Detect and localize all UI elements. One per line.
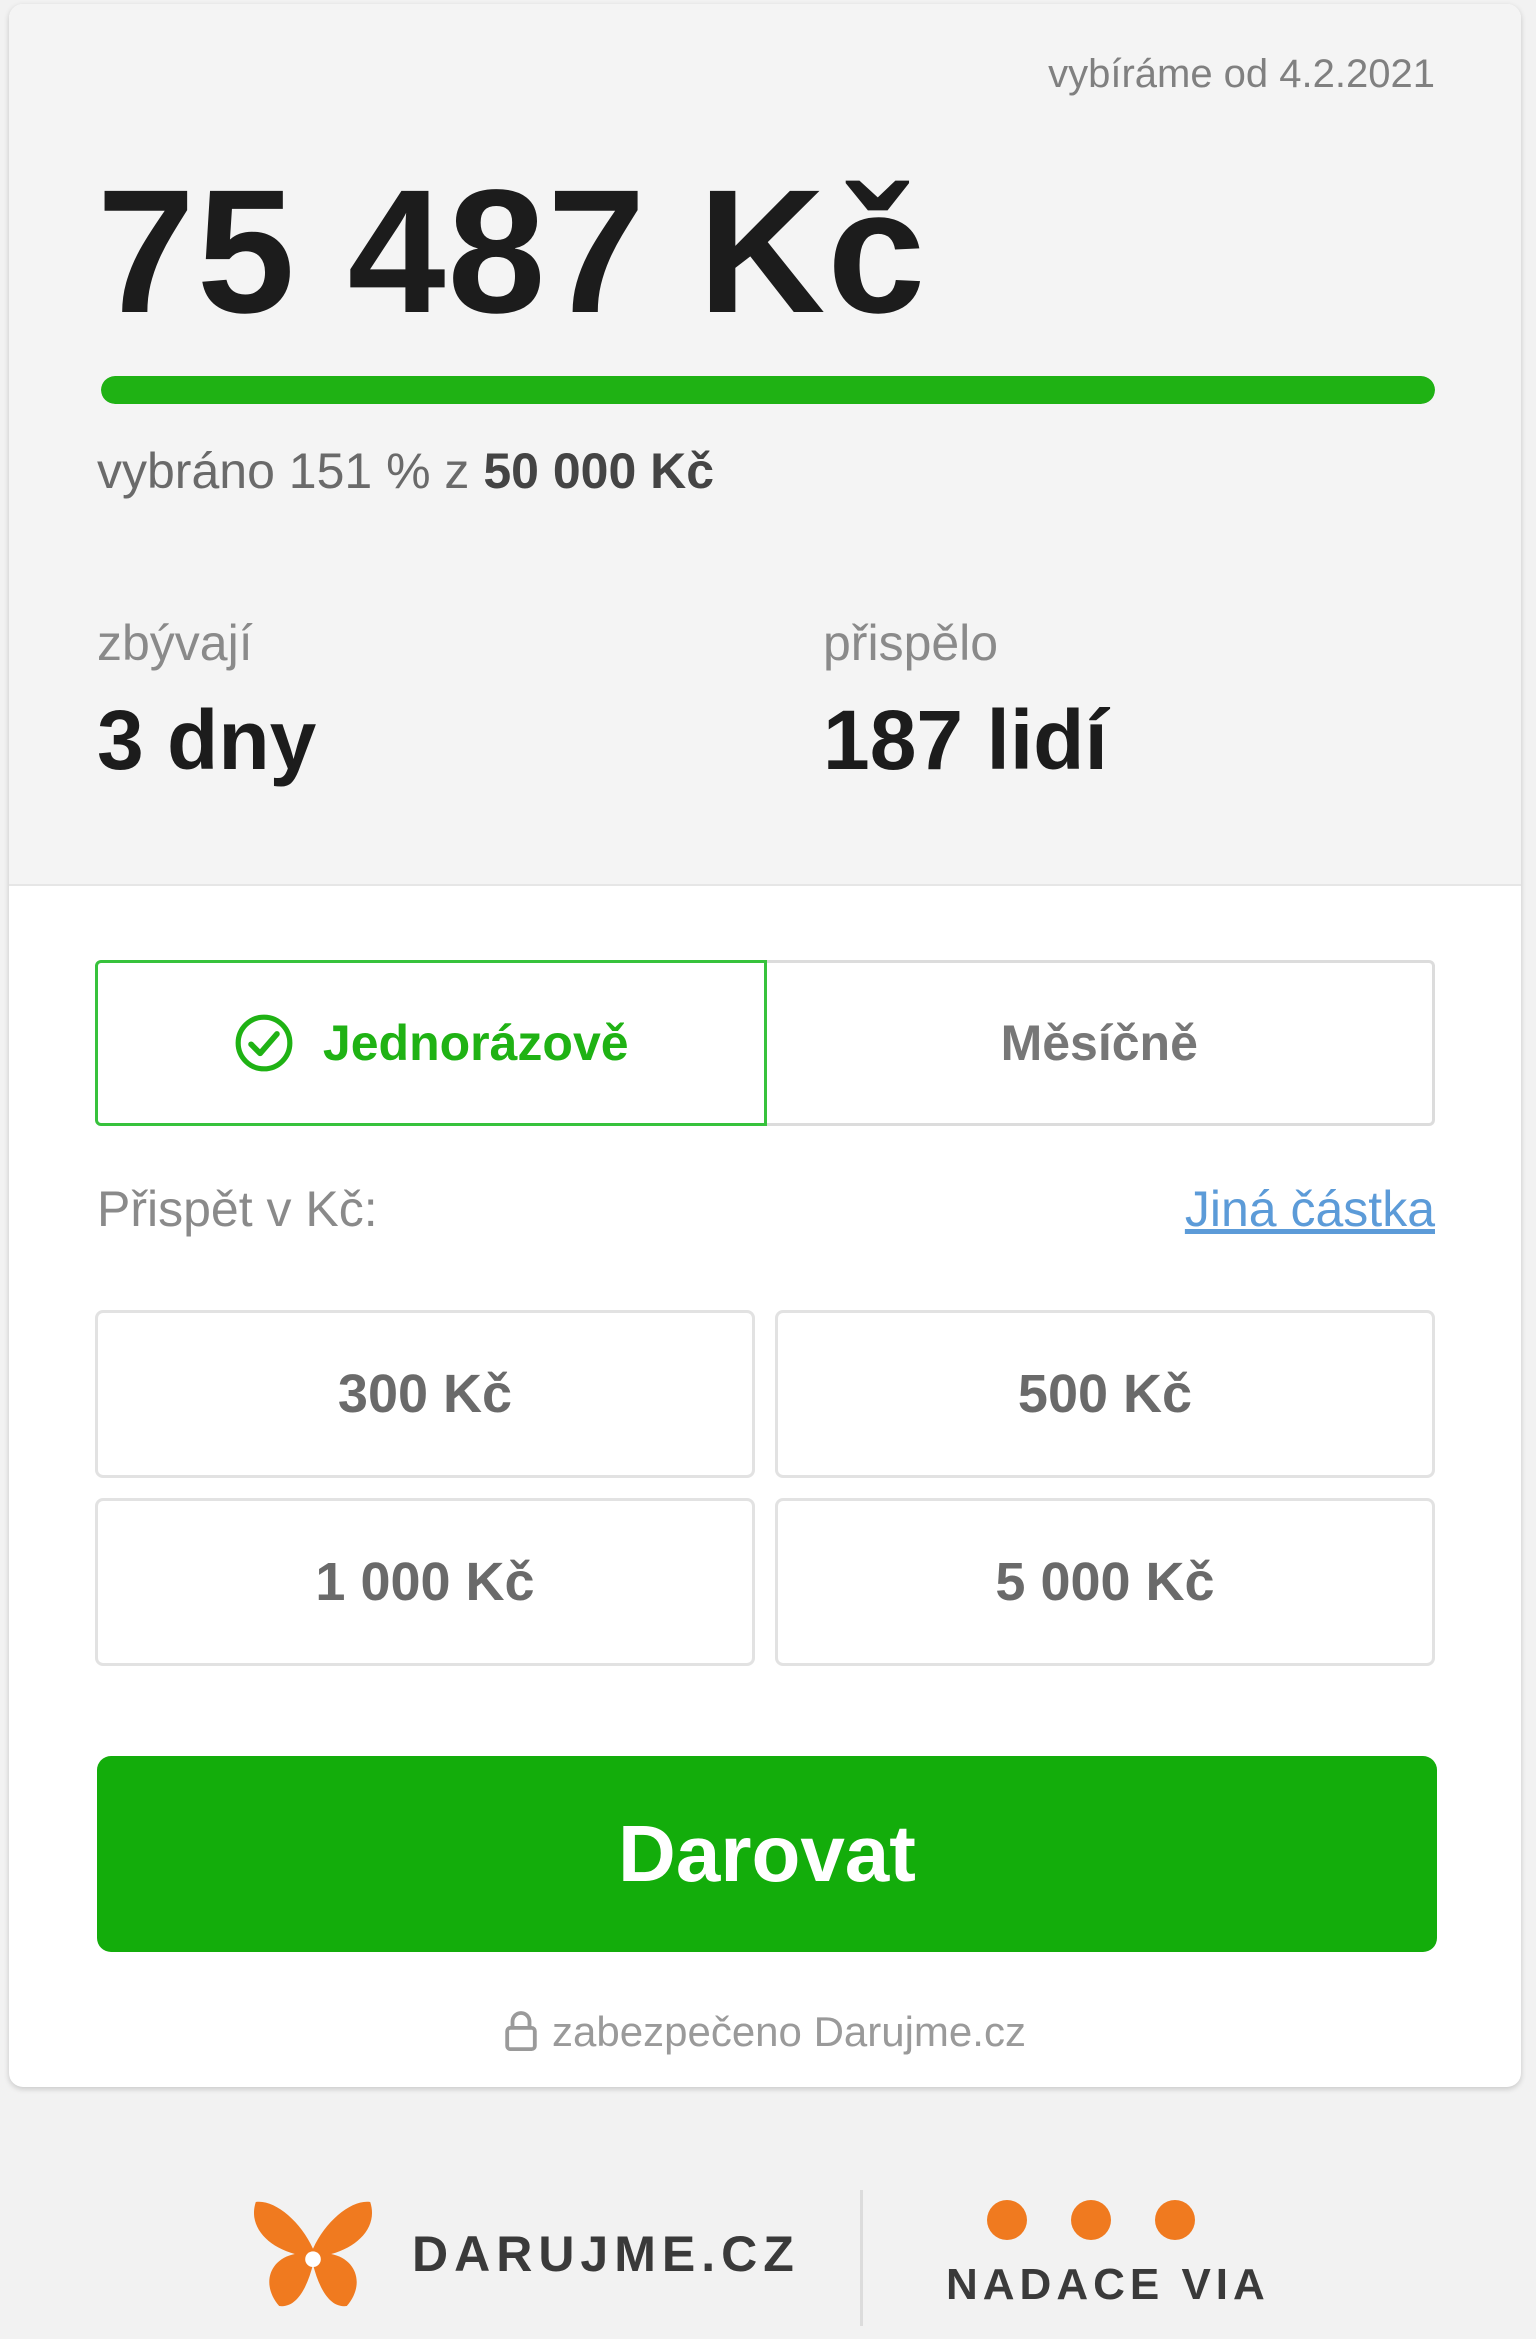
progress-text: vybráno 151 % z 50 000 Kč: [97, 442, 714, 500]
campaign-start-date: vybíráme od 4.2.2021: [1048, 52, 1435, 96]
via-dot: [987, 2200, 1027, 2240]
lock-icon: [505, 2011, 537, 2052]
remaining-label: zbývají: [97, 615, 253, 671]
via-dot: [1071, 2200, 1111, 2240]
amount-option-5000[interactable]: 5 000 Kč: [775, 1498, 1435, 1666]
via-dot: [1155, 2200, 1195, 2240]
contribute-label: Přispět v Kč:: [97, 1181, 378, 1237]
contributors-value: 187 lidí: [823, 693, 1108, 787]
butterfly-icon: [253, 2201, 373, 2307]
progress-bar-fill: [101, 376, 1435, 404]
one-time-option[interactable]: Jednorázově: [95, 960, 767, 1126]
secure-notice: zabezpečeno Darujme.cz: [9, 2008, 1521, 2056]
secure-text: zabezpečeno Darujme.cz: [552, 2008, 1026, 2055]
progress-bar: [101, 376, 1435, 404]
footer-divider: [860, 2190, 863, 2326]
monthly-option[interactable]: Měsíčně: [766, 960, 1435, 1126]
amount-option-300[interactable]: 300 Kč: [95, 1310, 755, 1478]
frequency-toggle: Jednorázově Měsíčně: [95, 960, 1435, 1126]
darujme-logo[interactable]: DARUJME.CZ: [248, 2194, 800, 2314]
remaining-value: 3 dny: [97, 693, 317, 787]
amount-options: 300 Kč 500 Kč 1 000 Kč 5 000 Kč: [95, 1310, 1435, 1666]
footer-logos: DARUJME.CZ NADACE VIA: [0, 2180, 1536, 2339]
donation-card: vybíráme od 4.2.2021 75 487 Kč vybráno 1…: [9, 4, 1521, 2087]
darujme-logo-text: DARUJME.CZ: [412, 2226, 800, 2282]
via-dots-icon: [946, 2200, 1236, 2240]
nadace-via-text: NADACE VIA: [946, 2260, 1270, 2309]
collected-amount: 75 487 Kč: [97, 154, 928, 350]
campaign-stats: vybíráme od 4.2.2021 75 487 Kč vybráno 1…: [9, 4, 1521, 886]
contributors-label: přispělo: [823, 615, 999, 671]
check-circle-icon: [235, 1014, 293, 1072]
monthly-label: Měsíčně: [1000, 1015, 1198, 1071]
goal-amount: 50 000 Kč: [483, 443, 715, 499]
progress-percent-text: vybráno 151 % z: [97, 443, 470, 499]
amount-option-1000[interactable]: 1 000 Kč: [95, 1498, 755, 1666]
donate-button[interactable]: Darovat: [97, 1756, 1437, 1952]
nadace-via-logo[interactable]: NADACE VIA: [946, 2200, 1270, 2310]
amount-option-500[interactable]: 500 Kč: [775, 1310, 1435, 1478]
other-amount-link[interactable]: Jiná částka: [1185, 1180, 1435, 1238]
one-time-label: Jednorázově: [322, 1015, 629, 1071]
